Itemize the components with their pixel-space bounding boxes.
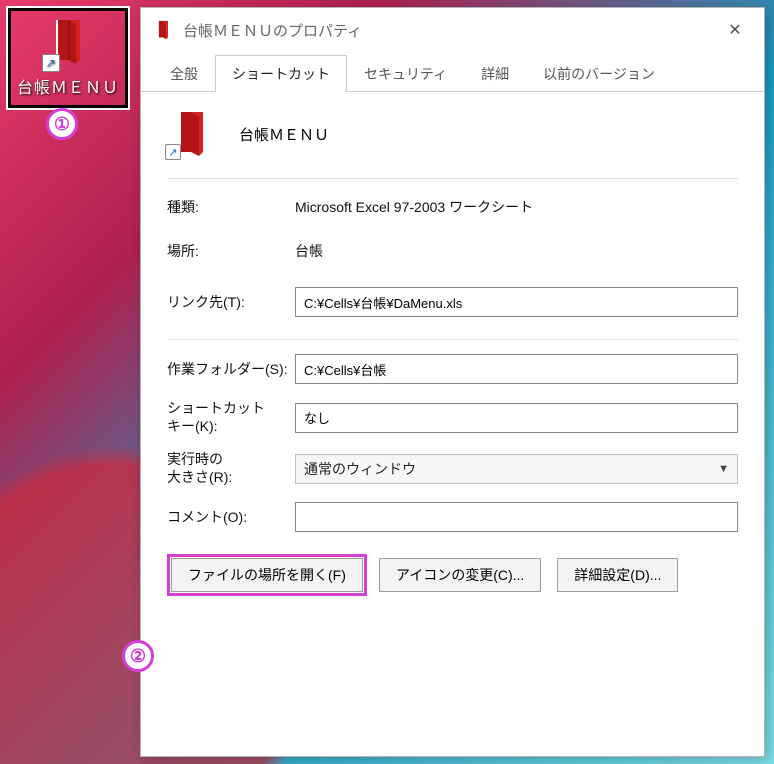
- shortcut-icon: ↗: [44, 18, 92, 70]
- label-location: 場所:: [167, 242, 295, 260]
- tab-shortcut[interactable]: ショートカット: [215, 55, 347, 92]
- tab-details[interactable]: 詳細: [464, 55, 526, 92]
- row-run: 実行時の 大きさ(R): 通常のウィンドウ ▼: [167, 451, 738, 486]
- label-shortcutkey: ショートカット キー(K):: [167, 400, 295, 435]
- input-shortcutkey[interactable]: [295, 403, 738, 433]
- change-icon-button[interactable]: アイコンの変更(C)...: [379, 558, 541, 592]
- advanced-button[interactable]: 詳細設定(D)...: [557, 558, 678, 592]
- chevron-down-icon: ▼: [718, 463, 729, 475]
- desktop-shortcut-daicho-menu[interactable]: ↗ 台帳ＭＥＮＵ: [8, 8, 128, 108]
- row-target: リンク先(T):: [167, 287, 738, 317]
- button-row: ファイルの場所を開く(F) アイコンの変更(C)... 詳細設定(D)...: [171, 558, 738, 592]
- label-type: 種類:: [167, 198, 295, 216]
- close-icon: ✕: [728, 20, 741, 40]
- select-run[interactable]: 通常のウィンドウ ▼: [295, 454, 738, 484]
- titlebar-icon: [153, 20, 173, 40]
- annotation-2: ②: [122, 640, 154, 672]
- desktop-shortcut-label: 台帳ＭＥＮＵ: [17, 74, 119, 98]
- row-shortcutkey: ショートカット キー(K):: [167, 400, 738, 435]
- desktop-background: ↗ 台帳ＭＥＮＵ ① 台帳ＭＥＮＵのプロパティ ✕ 全般 ショートカット セキュ…: [0, 0, 774, 764]
- close-button[interactable]: ✕: [712, 13, 758, 47]
- label-run: 実行時の 大きさ(R):: [167, 451, 295, 486]
- shortcut-arrow-icon: ↗: [42, 54, 60, 72]
- label-comment: コメント(O):: [167, 508, 295, 526]
- tab-general[interactable]: 全般: [153, 55, 215, 92]
- titlebar: 台帳ＭＥＮＵのプロパティ ✕: [141, 8, 764, 52]
- tab-previous-versions[interactable]: 以前のバージョン: [526, 55, 672, 92]
- select-run-value: 通常のウィンドウ: [304, 459, 416, 479]
- annotation-1: ①: [46, 108, 78, 140]
- properties-dialog: 台帳ＭＥＮＵのプロパティ ✕ 全般 ショートカット セキュリティ 詳細 以前のバ…: [140, 7, 765, 757]
- row-comment: コメント(O):: [167, 502, 738, 532]
- file-name: 台帳ＭＥＮＵ: [239, 124, 329, 145]
- row-workdir: 作業フォルダー(S):: [167, 354, 738, 384]
- open-file-location-button[interactable]: ファイルの場所を開く(F): [171, 558, 363, 592]
- tab-content: ↗ 台帳ＭＥＮＵ 種類: Microsoft Excel 97-2003 ワーク…: [141, 92, 764, 756]
- label-workdir: 作業フォルダー(S):: [167, 360, 295, 378]
- input-comment[interactable]: [295, 502, 738, 532]
- dialog-title: 台帳ＭＥＮＵのプロパティ: [183, 20, 712, 41]
- value-location: 台帳: [295, 241, 738, 261]
- label-target: リンク先(T):: [167, 293, 295, 311]
- row-location: 場所: 台帳: [167, 237, 738, 265]
- divider: [167, 339, 738, 340]
- input-target[interactable]: [295, 287, 738, 317]
- tab-security[interactable]: セキュリティ: [347, 55, 464, 92]
- tabbar: 全般 ショートカット セキュリティ 詳細 以前のバージョン: [141, 54, 764, 92]
- row-type: 種類: Microsoft Excel 97-2003 ワークシート: [167, 193, 738, 221]
- file-icon: ↗: [167, 110, 211, 158]
- value-type: Microsoft Excel 97-2003 ワークシート: [295, 197, 738, 217]
- divider: [167, 178, 738, 179]
- shortcut-arrow-icon: ↗: [165, 144, 181, 160]
- header-row: ↗ 台帳ＭＥＮＵ: [167, 110, 738, 158]
- input-workdir[interactable]: [295, 354, 738, 384]
